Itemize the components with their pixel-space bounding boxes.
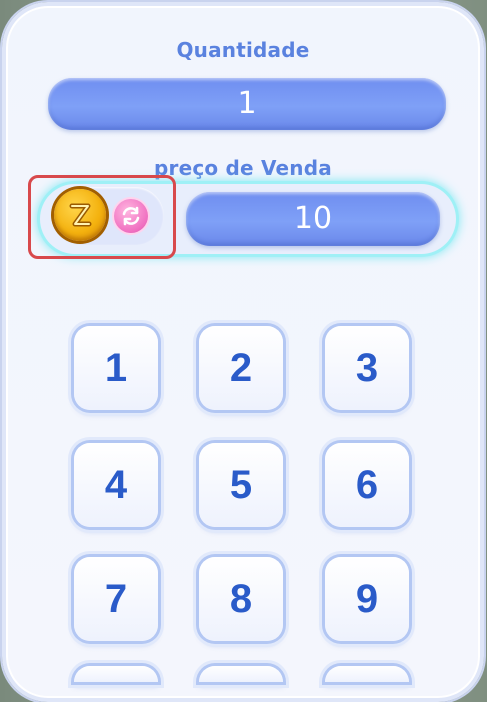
currency-selection-highlight [28, 175, 176, 259]
quantity-label: Quantidade [176, 38, 310, 62]
key-6[interactable]: 6 [325, 443, 409, 527]
key-5[interactable]: 5 [199, 443, 283, 527]
quantity-field[interactable]: 1 [48, 78, 446, 130]
key-9[interactable]: 9 [325, 557, 409, 641]
keypad-row-4-key[interactable] [325, 666, 409, 682]
key-3[interactable]: 3 [325, 326, 409, 410]
keypad-row-4-key[interactable] [74, 666, 158, 682]
key-7[interactable]: 7 [74, 557, 158, 641]
key-8[interactable]: 8 [199, 557, 283, 641]
key-4[interactable]: 4 [74, 443, 158, 527]
key-1[interactable]: 1 [74, 326, 158, 410]
key-2[interactable]: 2 [199, 326, 283, 410]
price-field[interactable]: 10 [186, 192, 440, 246]
keypad-row-4-key[interactable] [199, 666, 283, 682]
